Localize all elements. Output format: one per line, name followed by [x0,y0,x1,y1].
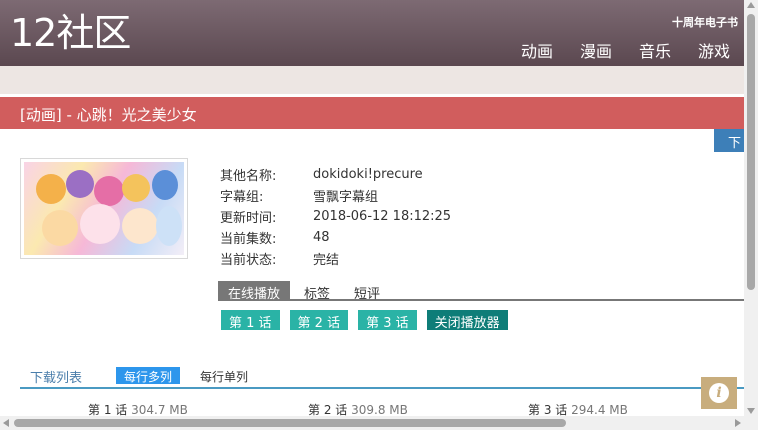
nav-item-games[interactable]: 游戏 [698,38,730,62]
close-player-button[interactable]: 关闭播放器 [426,310,508,331]
tab-short-reviews[interactable]: 短评 [344,281,390,302]
vertical-scrollbar[interactable] [744,0,758,416]
scroll-down-arrow-icon[interactable] [747,408,755,414]
info-label: 更新时间: [220,211,277,226]
episode-button-2[interactable]: 第 2 话 [289,310,349,331]
info-value: dokidoki!precure [313,167,423,182]
info-row-status: 当前状态: 完结 [220,248,451,269]
info-value: 2018-06-12 18:12:25 [313,209,452,224]
vertical-scroll-thumb[interactable] [747,14,755,290]
layout-multi-column-option[interactable]: 每行多列 [116,367,181,384]
header-band [0,66,744,94]
info-row-episodes: 当前集数: 48 [220,227,451,248]
nav-item-manga[interactable]: 漫画 [580,38,612,62]
info-row-updated: 更新时间: 2018-06-12 18:12:25 [220,206,451,227]
info-row-subgroup: 字幕组: 雪飘字幕组 [220,185,451,206]
episode-button-1[interactable]: 第 1 话 [221,310,280,331]
horizontal-scrollbar[interactable] [0,416,744,430]
download-list-header: 下载列表 每行多列 每行单列 [20,365,744,389]
page-title: [动画] - 心跳！光之美少女 [20,106,197,124]
scroll-up-arrow-icon[interactable] [747,2,755,8]
anime-info: 其他名称: dokidoki!precure 字幕组: 雪飘字幕组 更新时间: … [220,164,451,269]
info-label: 字幕组: [220,190,264,205]
info-value: 完结 [313,253,340,268]
tab-online-play[interactable]: 在线播放 [218,281,291,302]
info-label: 其他名称: [220,169,277,184]
download-item-name: 第 3 话 [528,403,568,417]
scroll-right-arrow-icon[interactable] [735,419,741,427]
cover-artwork [24,162,184,255]
anniversary-ebook-link[interactable]: 十周年电子书 [672,14,738,30]
layout-single-column-option[interactable]: 每行单列 [200,368,248,385]
episode-button-3[interactable]: 第 3 话 [358,310,417,331]
nav-item-anime[interactable]: 动画 [521,38,553,62]
download-list-title: 下载列表 [30,371,83,386]
info-row-alias: 其他名称: dokidoki!precure [220,164,451,185]
cover-image [20,158,188,259]
info-value: 48 [313,230,330,245]
tab-tags[interactable]: 标签 [294,281,340,302]
info-label: 当前集数: [220,232,277,247]
scroll-left-arrow-icon[interactable] [3,419,9,427]
site-logo[interactable]: 12社区 [10,14,131,52]
nav-item-music[interactable]: 音乐 [639,38,671,62]
info-button[interactable]: i [701,377,737,409]
episode-buttons: 第 1 话 第 2 话 第 3 话 关闭播放器 [221,310,508,331]
download-item-size: 309.8 MB [351,403,408,417]
horizontal-scroll-thumb[interactable] [14,419,566,427]
info-value: 雪飘字幕组 [313,190,379,205]
download-button[interactable]: 下 [714,129,744,152]
download-item-name: 第 1 话 [88,403,128,417]
content-tabs: 在线播放 标签 短评 [218,281,744,302]
main-nav: 动画 漫画 音乐 游戏 [521,38,730,62]
download-item-name: 第 2 话 [308,403,348,417]
download-item-size: 304.7 MB [131,403,188,417]
title-bar: [动画] - 心跳！光之美少女 [0,97,744,129]
scrollbar-corner [744,416,758,430]
site-header: 12社区 十周年电子书 动画 漫画 音乐 游戏 [0,0,744,66]
info-icon: i [709,383,729,403]
info-label: 当前状态: [220,253,277,268]
download-item-size: 294.4 MB [571,403,628,417]
